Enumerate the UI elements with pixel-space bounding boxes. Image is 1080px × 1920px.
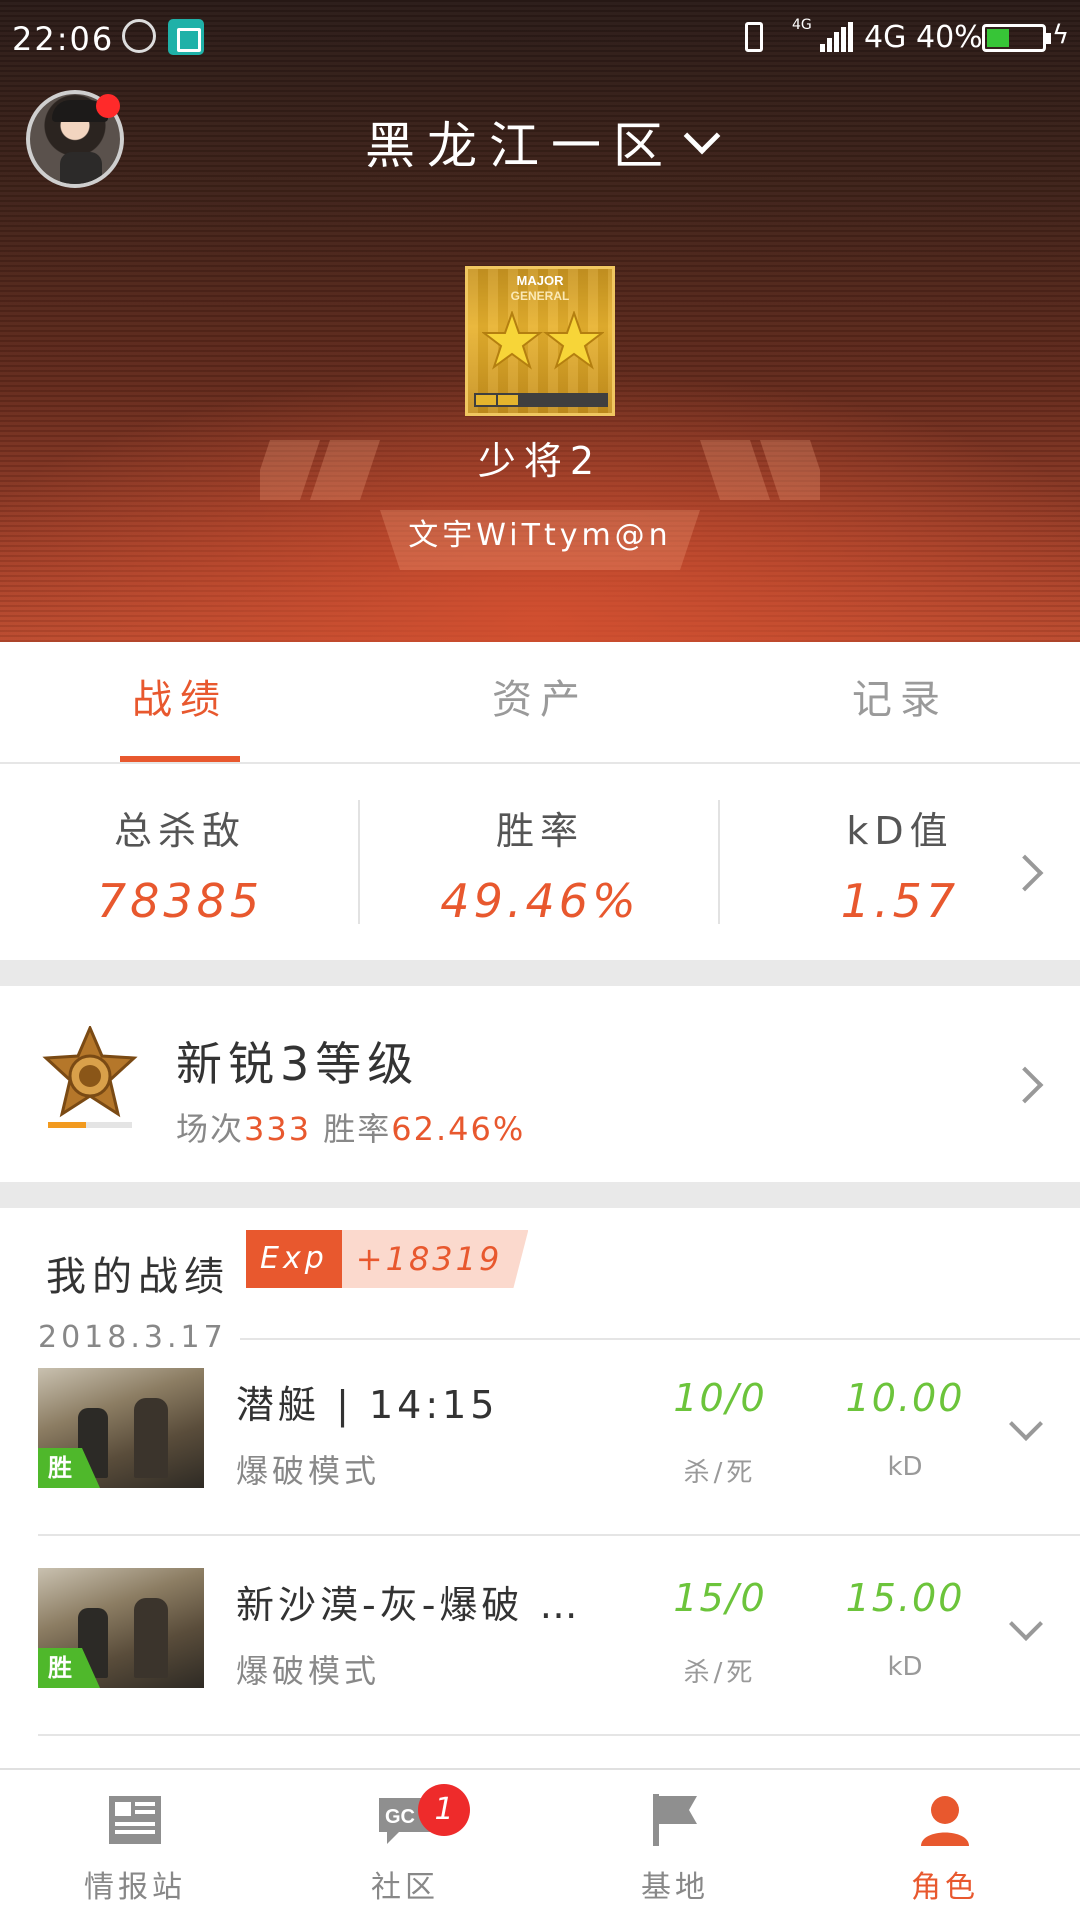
match-thumbnail: 胜 — [38, 1368, 204, 1488]
level-title: 新锐3等级 — [176, 1037, 420, 1091]
match-row[interactable]: 胜 潜艇 | 14:15 爆破模式 10/0 杀/死 10.00 kD — [0, 1338, 1080, 1536]
nav-item-profile[interactable]: 角色 — [810, 1770, 1080, 1920]
tab-records[interactable]: 记录 — [720, 642, 1080, 764]
level-medal-icon — [42, 1026, 138, 1118]
flag-icon — [653, 1794, 697, 1846]
status-time: 22:06 — [12, 20, 115, 58]
rank-badge-line2: GENERAL — [510, 289, 570, 303]
exp-value: +18319 — [341, 1230, 529, 1288]
section-divider — [0, 960, 1080, 986]
nav-label: 基地 — [641, 1870, 709, 1905]
screenshot-icon — [168, 19, 204, 55]
match-mode: 爆破模式 — [236, 1452, 381, 1490]
stat-total-kills: 总杀敌 78385 — [0, 764, 360, 960]
vpn-shield-icon — [122, 19, 156, 53]
network-type: 4G — [864, 20, 907, 55]
player-name: 文宇WiTtym@n — [408, 518, 672, 553]
records-title: 我的战绩 — [46, 1254, 230, 1300]
profile-header: 22:06 4G 4G 40% ϟ 黑龙江一区 MAJOR GENERAL 少将… — [0, 0, 1080, 642]
stat-value: 78385 — [96, 874, 264, 928]
tab-active-indicator — [120, 756, 240, 762]
divider — [38, 1534, 1080, 1536]
match-kd-ratio-label: kD — [887, 1652, 923, 1682]
battery-percent: 40% — [916, 20, 983, 55]
chevron-down-icon — [683, 117, 721, 155]
nav-item-community[interactable]: GC 1 社区 — [270, 1770, 540, 1920]
rank-badge: MAJOR GENERAL — [465, 266, 615, 416]
battery-icon — [982, 24, 1051, 52]
level-card[interactable]: 新锐3等级 场次333 胜率62.46% — [0, 986, 1080, 1182]
svg-text:GC: GC — [385, 1806, 415, 1828]
server-name: 黑龙江一区 — [365, 117, 675, 175]
chevron-down-icon[interactable] — [1009, 1607, 1043, 1641]
stat-label: 胜率 — [495, 809, 584, 853]
level-progress-fill — [48, 1122, 86, 1128]
chevron-right-icon[interactable] — [1006, 1066, 1044, 1104]
battery-fill — [987, 29, 1009, 47]
match-map: 新沙漠-灰-爆破 … — [236, 1583, 582, 1627]
match-kills-deaths: 15/0 — [673, 1576, 767, 1620]
stat-label: kD值 — [846, 809, 954, 853]
stats-summary[interactable]: 总杀敌 78385 胜率 49.46% kD值 1.57 — [0, 764, 1080, 960]
match-map: 潜艇 | 14:15 — [236, 1383, 499, 1427]
match-mode: 爆破模式 — [236, 1652, 381, 1690]
tab-stats[interactable]: 战绩 — [0, 642, 360, 764]
match-kills-deaths: 10/0 — [673, 1376, 767, 1420]
nav-label: 社区 — [371, 1870, 439, 1905]
rank-badge-line1: MAJOR — [516, 273, 564, 288]
server-selector[interactable]: 黑龙江一区 — [0, 106, 1080, 178]
tab-assets[interactable]: 资产 — [360, 642, 720, 764]
notification-badge: 1 — [418, 1784, 470, 1836]
my-records: 我的战绩 Exp +18319 2018.3.17 胜 潜艇 | 14:15 爆… — [0, 1208, 1080, 1768]
winrate-value: 62.46% — [391, 1110, 526, 1148]
matches-count: 333 — [244, 1110, 312, 1148]
chevron-down-icon[interactable] — [1009, 1407, 1043, 1441]
rank-progress — [474, 393, 608, 407]
bottom-nav: 情报站 GC 1 社区 基地 角色 — [0, 1768, 1080, 1920]
signal-icon — [820, 22, 854, 52]
stat-value: 49.46% — [440, 874, 640, 928]
nav-label: 情报站 — [84, 1870, 186, 1905]
profile-icon — [921, 1796, 969, 1846]
match-kd-ratio: 10.00 — [845, 1376, 965, 1420]
match-kd-ratio: 15.00 — [845, 1576, 965, 1620]
exp-label: Exp — [246, 1230, 342, 1288]
match-kd-ratio-label: kD — [887, 1452, 923, 1482]
divider — [38, 1734, 1080, 1736]
section-divider — [0, 1182, 1080, 1208]
winrate-label: 胜率 — [311, 1110, 392, 1148]
match-kills-deaths-label: 杀/死 — [683, 1458, 757, 1488]
win-tag: 胜 — [38, 1448, 100, 1488]
level-subtitle: 场次333 胜率62.46% — [176, 1104, 525, 1150]
tab-bar: 战绩 资产 记录 — [0, 642, 1080, 764]
win-tag: 胜 — [38, 1648, 100, 1688]
rank-name: 少将2 — [477, 439, 603, 483]
nav-label: 角色 — [911, 1870, 979, 1905]
match-thumbnail: 胜 — [38, 1568, 204, 1688]
exp-badge: Exp +18319 — [246, 1230, 529, 1288]
vibrate-icon — [745, 22, 763, 52]
network-small-label: 4G — [792, 17, 812, 33]
charging-icon: ϟ — [1052, 20, 1070, 50]
news-icon — [109, 1796, 161, 1844]
match-kills-deaths-label: 杀/死 — [683, 1658, 757, 1688]
stat-label: 总杀敌 — [113, 809, 246, 853]
star-icon — [482, 311, 604, 370]
nav-item-news[interactable]: 情报站 — [0, 1770, 270, 1920]
status-bar: 22:06 4G 4G 40% ϟ — [0, 0, 1080, 78]
level-progress-bar — [48, 1122, 132, 1128]
nav-item-base[interactable]: 基地 — [540, 1770, 810, 1920]
match-row[interactable]: 胜 新沙漠-灰-爆破 … 爆破模式 15/0 杀/死 15.00 kD — [0, 1538, 1080, 1736]
matches-label: 场次 — [176, 1110, 245, 1148]
stat-win-rate: 胜率 49.46% — [360, 764, 720, 960]
